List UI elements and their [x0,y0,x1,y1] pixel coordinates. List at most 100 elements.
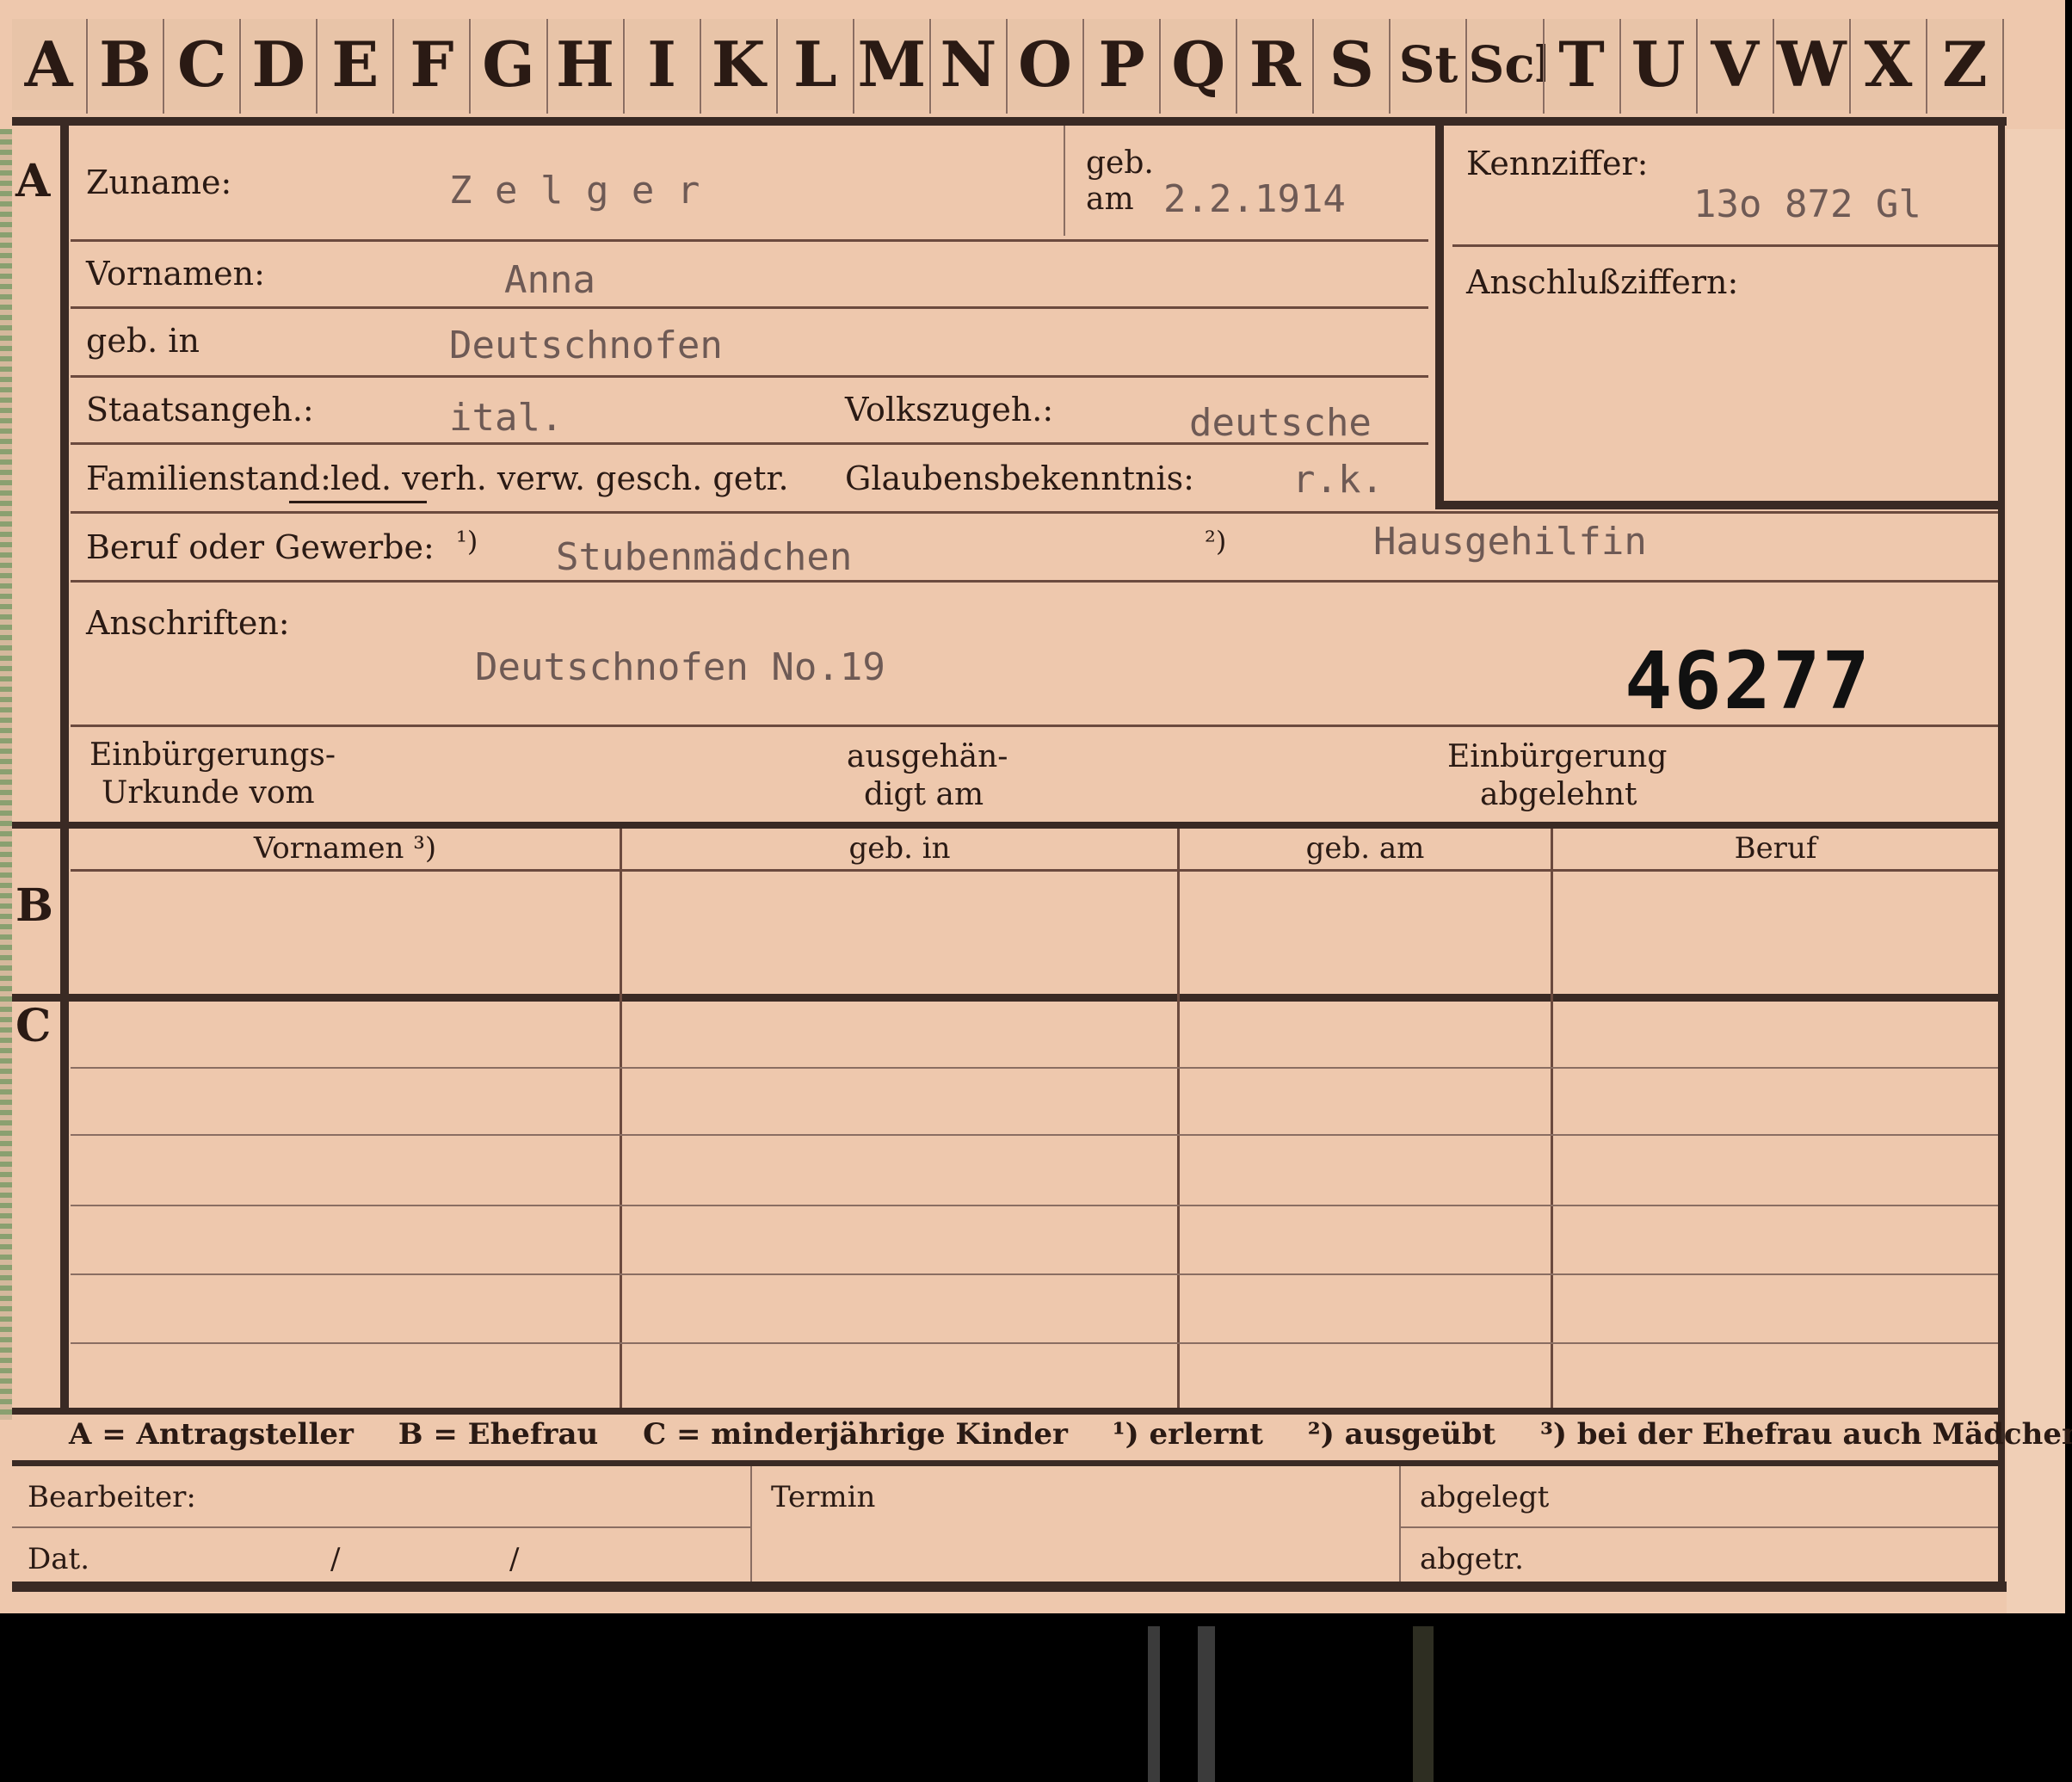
tab-separator [546,19,548,114]
col-header-vornamen: Vornamen ³) [253,831,437,866]
c-row-line [71,1134,1998,1136]
section-c-top [12,994,2005,1002]
index-tab-q: Q [1162,19,1236,110]
index-tab-o: O [1008,19,1082,110]
beruf-value-2: Hausgehilfin [1373,520,1647,564]
anschriften-value: Deutschnofen No.19 [475,645,885,689]
kennziffer-box-left [1435,126,1444,508]
beruf-label: Beruf oder Gewerbe: [86,528,435,566]
zuname-label: Zuname: [86,163,232,201]
ausgehaendigt-label-1: ausgehän- [847,739,1008,774]
familienstand-underline [289,501,427,503]
legend-a: A = Antragsteller [69,1417,354,1452]
tab-separator [1236,19,1238,114]
index-tab-w: W [1774,19,1848,110]
index-tab-g: G [472,19,546,110]
row-line [71,375,1428,378]
tab-separator [1848,19,1851,114]
index-tab-u: U [1621,19,1695,110]
legend-bottom [12,1460,2005,1466]
kennziffer-divider [1452,244,1998,247]
anschriften-label: Anschriften: [86,604,290,642]
volkszugehoerigkeit-value: deutsche [1189,401,1372,445]
dat-label: Dat. [28,1542,90,1576]
index-tab-f: F [395,19,469,110]
c-row-line [71,1342,1998,1344]
index-tab-c: C [165,19,239,110]
background-strip [1413,1626,1434,1782]
kennziffer-label: Kennziffer: [1466,145,1649,182]
glaubensbekenntnis-value: r.k. [1292,458,1384,502]
index-tab-x: X [1851,19,1925,110]
tab-separator [699,19,701,114]
tab-separator [163,19,165,114]
section-c-marker: C [15,1000,52,1052]
einbuergerung-abgelehnt-label-2: abgelehnt [1480,777,1637,812]
index-tab-sch: Sch [1468,19,1571,110]
vornamen-value: Anna [504,258,595,302]
tab-separator [86,19,89,114]
tab-separator [1695,19,1698,114]
index-tab-n: N [931,19,1005,110]
section-a-marker: A [15,155,51,207]
glaubensbekenntnis-label: Glaubensbekenntnis: [845,459,1194,497]
index-tab-e: E [318,19,392,110]
am-label: am [1086,182,1134,217]
tab-separator [1082,19,1085,114]
index-tab-p: P [1085,19,1159,110]
tab-separator [1159,19,1162,114]
volkszugehoerigkeit-label: Volkszugeh.: [845,391,1054,429]
background-strip [1148,1626,1160,1782]
vornamen-label: Vornamen: [86,255,265,293]
beruf-value-1: Stubenmädchen [556,535,853,579]
zuname-value: Z e l g e r [449,169,700,213]
index-tab-m: M [854,19,928,110]
row-line [71,306,1428,309]
tab-separator [1619,19,1621,114]
column-line [620,829,622,1408]
einbuergerung-label-1: Einbürgerungs- [89,737,336,773]
c-row-line [71,1067,1998,1069]
tab-separator [1312,19,1315,114]
beruf-note-2: ²) [1205,525,1227,558]
bottom-border [12,1582,2007,1592]
col-header-geb-am: geb. am [1305,831,1425,866]
tab-separator [2002,19,2004,114]
geb-in-value: Deutschnofen [449,324,723,367]
right-border [1998,126,2005,1588]
anschlussziffern-label: Anschlußziffern: [1466,263,1739,301]
row-line [71,239,1428,242]
tab-separator [928,19,931,114]
background-strip [1198,1626,1215,1782]
index-tab-k: K [701,19,775,110]
index-tab-b: B [89,19,163,110]
date-slash-1: / [330,1542,341,1576]
legend: A = Antragsteller B = Ehefrau C = minder… [69,1417,2072,1452]
section-b-marker: B [15,879,53,932]
tab-separator [1465,19,1468,114]
legend-top [12,1408,2005,1415]
staatsangehoerigkeit-label: Staatsangeh.: [86,391,314,429]
date-slash-2: / [509,1542,520,1576]
tab-separator [469,19,472,114]
beruf-note-1: ¹) [456,525,478,558]
column-line [1551,829,1553,1408]
tab-separator [1389,19,1391,114]
geb-label: geb. [1086,145,1154,181]
ausgehaendigt-label-2: digt am [864,777,984,812]
index-tab-a: A [12,19,86,110]
tab-separator [622,19,625,114]
termin-label: Termin [771,1480,876,1514]
familienstand-label: Familienstand: [86,459,331,497]
card-edge [2007,129,2065,1613]
kennziffer-value: 13o 872 Gl [1693,182,1921,226]
footer-divider [750,1466,752,1582]
staatsangehoerigkeit-value: ital. [449,396,564,440]
footer-row-line [12,1526,750,1528]
legend-note-1: ¹) erlernt [1112,1417,1263,1452]
familienstand-options: led. verh. verw. gesch. getr. [330,459,789,497]
tab-separator [316,19,318,114]
index-tab-l: L [778,19,852,110]
index-tab-t: T [1545,19,1619,110]
col-header-beruf: Beruf [1734,831,1817,866]
